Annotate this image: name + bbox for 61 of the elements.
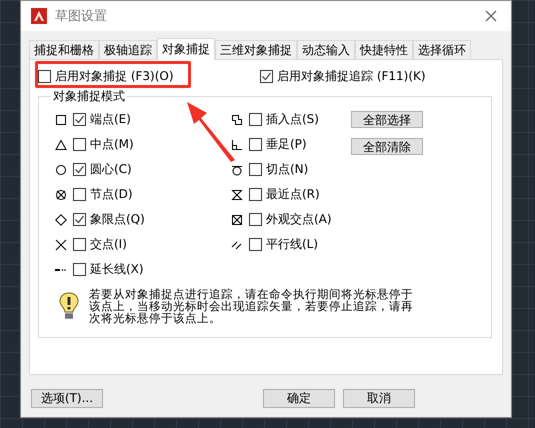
checkbox[interactable]	[249, 188, 262, 201]
checkbox[interactable]	[73, 213, 86, 226]
checkbox[interactable]	[249, 163, 262, 176]
tangent-icon	[231, 164, 243, 176]
arrow-icon	[185, 100, 237, 162]
option-label[interactable]: 中点(M)	[90, 136, 134, 153]
option-label[interactable]: 启用对象捕捉 (F3)(O)	[55, 68, 174, 84]
checkbox[interactable]	[73, 138, 86, 151]
button[interactable]: 取消	[343, 389, 415, 408]
tab[interactable]: 极轴追踪	[99, 40, 157, 59]
checkbox[interactable]	[73, 263, 86, 276]
tab[interactable]: 三维对象捕捉	[215, 40, 297, 59]
option-label[interactable]: 平行线(L)	[266, 236, 318, 253]
option-label[interactable]: 切点(N)	[266, 161, 308, 178]
button[interactable]: 全部选择	[351, 111, 423, 128]
checkbox[interactable]	[73, 238, 86, 251]
option-label[interactable]: 插入点(S)	[266, 111, 319, 128]
group-title: 对象捕捉模式	[51, 88, 127, 104]
button[interactable]: 全部清除	[351, 138, 423, 155]
perpendicular-icon	[231, 138, 243, 150]
close-icon[interactable]	[485, 10, 497, 22]
app-logo-icon	[31, 8, 47, 24]
option-label[interactable]: 最近点(R)	[266, 186, 320, 203]
checkbox[interactable]	[73, 188, 86, 201]
checkbox[interactable]	[249, 138, 262, 151]
checkbox[interactable]	[260, 70, 273, 82]
option-label[interactable]: 端点(E)	[90, 111, 131, 128]
crossed-square-icon	[231, 214, 243, 226]
checkbox[interactable]	[249, 113, 262, 126]
diamond-icon	[55, 214, 67, 226]
checkbox[interactable]	[73, 113, 86, 126]
tab[interactable]: 选择循环	[413, 40, 471, 59]
option-label[interactable]: 垂足(P)	[266, 136, 307, 153]
tab[interactable]: 捕捉和栅格	[29, 40, 99, 59]
tab[interactable]: 快捷特性	[355, 40, 413, 59]
checkbox[interactable]	[249, 213, 262, 226]
triangle-icon	[55, 138, 67, 150]
insertion-icon	[231, 114, 243, 126]
checkbox[interactable]	[249, 238, 262, 251]
hint-text: 若要从对象捕捉点进行追踪，请在命令执行期间将光标悬停于该点上，当移动光标时会出现追踪矢量，若要停止追踪，请再次将光标悬停于该点上。	[89, 288, 414, 324]
circle-icon	[55, 164, 67, 176]
option-label[interactable]: 延长线(X)	[90, 261, 144, 278]
option-label[interactable]: 圆心(C)	[90, 161, 132, 178]
square-icon	[55, 114, 67, 126]
button[interactable]: 选项(T)...	[31, 389, 103, 408]
lightbulb-icon	[59, 292, 79, 322]
hourglass-icon	[231, 188, 243, 200]
tab[interactable]: 对象捕捉	[157, 38, 215, 60]
option-label[interactable]: 启用对象捕捉追踪 (F11)(K)	[277, 68, 426, 84]
option-label[interactable]: 节点(D)	[90, 186, 133, 203]
option-label[interactable]: 象限点(Q)	[90, 211, 145, 228]
button[interactable]: 确定	[263, 389, 335, 408]
option-label[interactable]: 交点(I)	[90, 236, 127, 253]
parallel-lines-icon	[231, 238, 243, 250]
tab[interactable]: 动态输入	[297, 40, 355, 59]
checkbox[interactable]	[38, 70, 51, 82]
option-label[interactable]: 外观交点(A)	[266, 211, 332, 228]
window-title: 草图设置	[55, 8, 108, 25]
checkbox[interactable]	[73, 163, 86, 176]
crossed-circle-icon	[55, 188, 67, 200]
cross-icon	[55, 238, 67, 250]
